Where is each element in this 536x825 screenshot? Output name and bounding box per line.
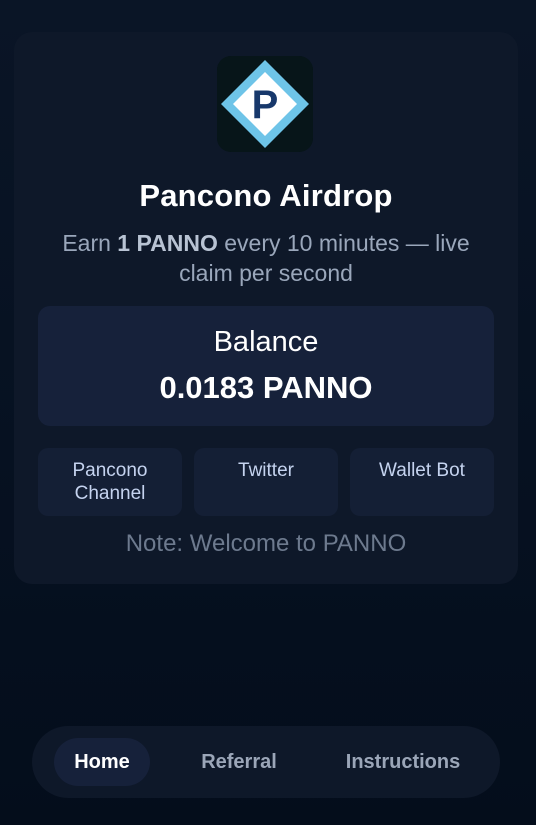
subtitle-amount: 1 PANNO [117, 230, 218, 256]
note-text: Note: Welcome to PANNO [125, 530, 407, 557]
pancono-channel-button[interactable]: Pancono Channel [38, 448, 182, 516]
nav-instructions-tab[interactable]: Instructions [328, 738, 478, 786]
balance-value: 0.0183 PANNO [159, 370, 373, 405]
logo-letter: P [252, 83, 279, 127]
subtitle: Earn 1 PANNO every 10 minutes — live cla… [34, 228, 498, 288]
pancono-logo: P [217, 56, 313, 152]
subtitle-suffix: every 10 minutes — live claim per second [179, 230, 470, 286]
pancono-logo-icon: P [217, 56, 313, 152]
nav-home-tab[interactable]: Home [54, 738, 150, 786]
balance-panel: Balance 0.0183 PANNO [38, 306, 494, 426]
nav-referral-tab[interactable]: Referral [184, 738, 294, 786]
bottom-nav: Home Referral Instructions [32, 726, 500, 798]
page-title: Pancono Airdrop [139, 178, 393, 213]
balance-label: Balance [213, 326, 319, 358]
app-screen: P Pancono Airdrop Earn 1 PANNO every 10 … [0, 0, 536, 825]
airdrop-card: P Pancono Airdrop Earn 1 PANNO every 10 … [14, 32, 518, 584]
subtitle-prefix: Earn [62, 230, 118, 256]
twitter-button[interactable]: Twitter [194, 448, 338, 516]
wallet-bot-button[interactable]: Wallet Bot [350, 448, 494, 516]
